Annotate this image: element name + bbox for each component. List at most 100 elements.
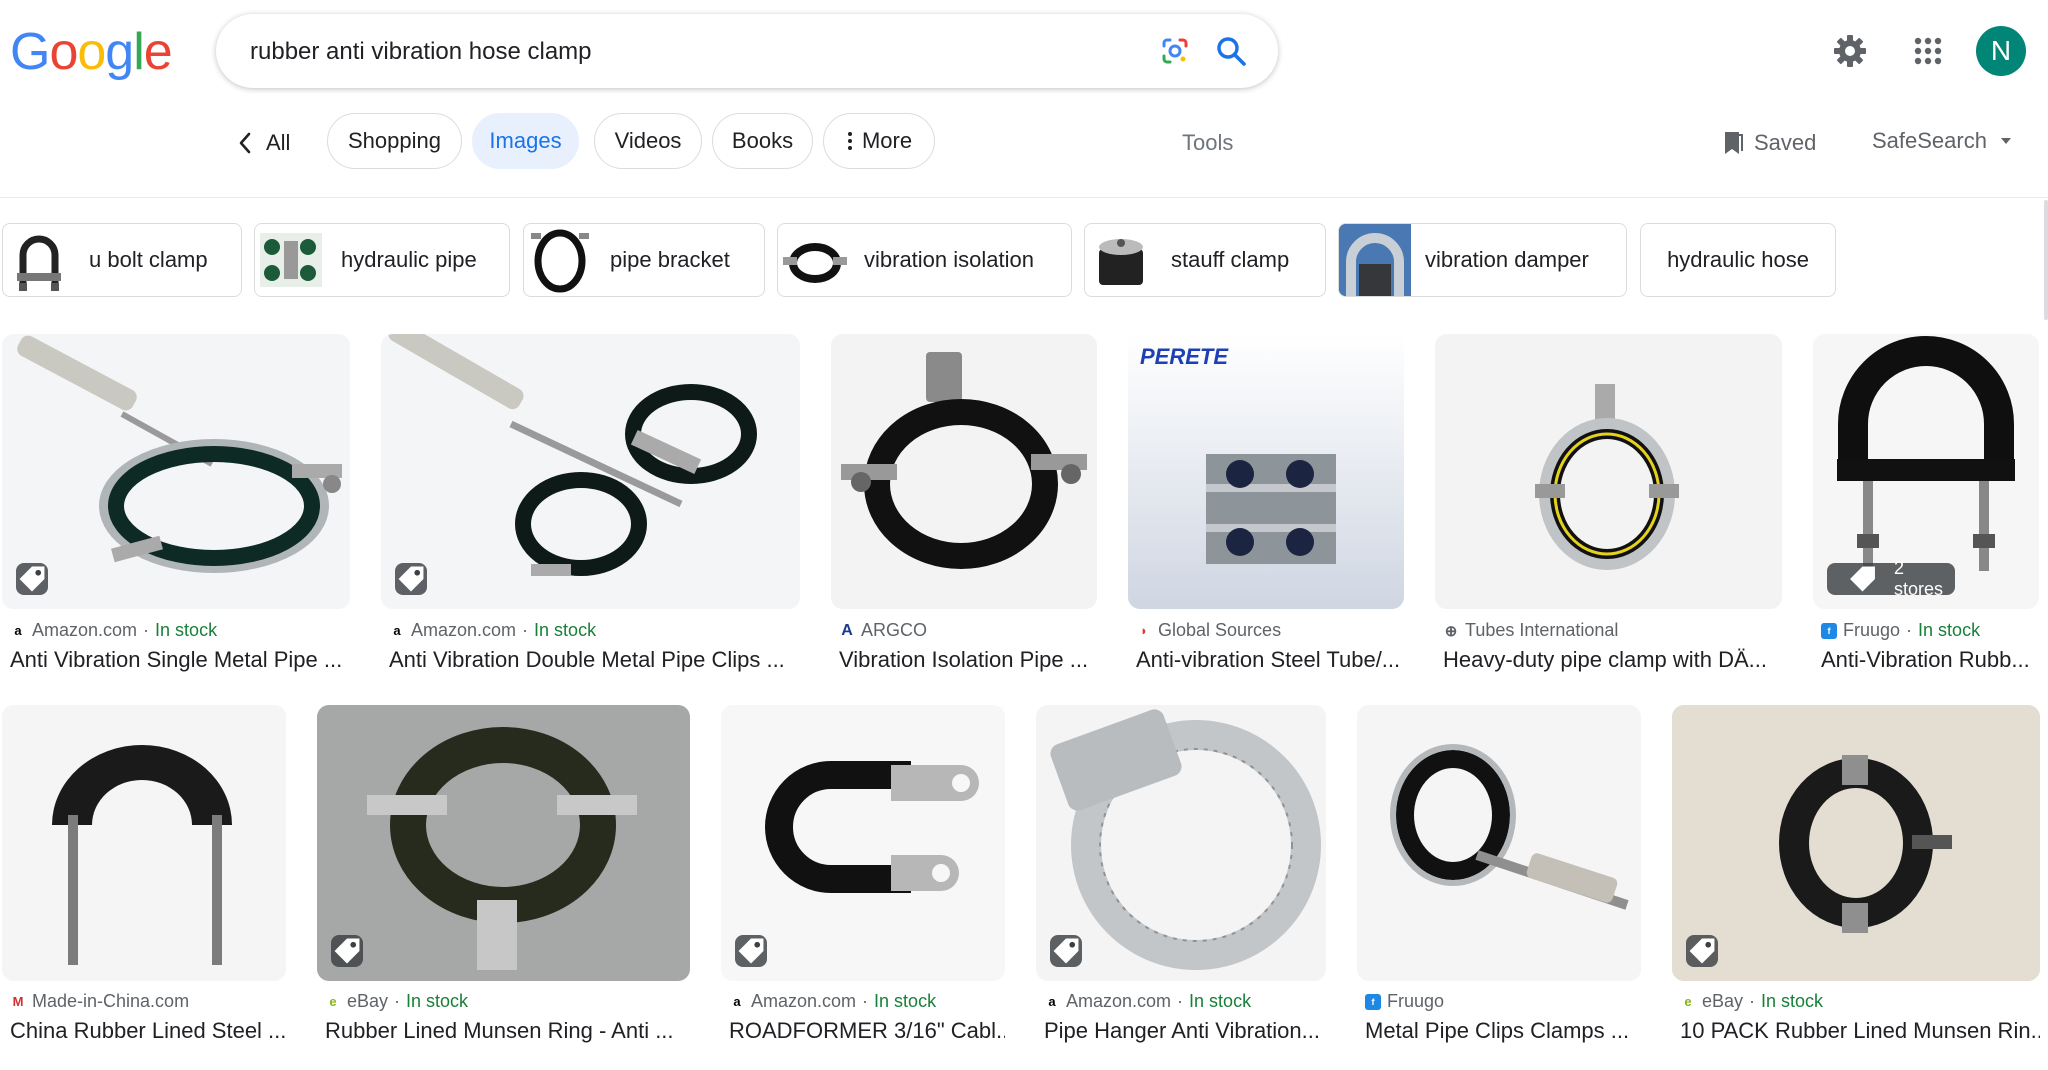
chevron-left-icon (239, 132, 251, 154)
result-image[interactable] (1357, 705, 1641, 981)
u-bolt-thumbnail (3, 224, 75, 296)
result-title[interactable]: China Rubber Lined Steel ... (10, 1018, 286, 1044)
tab-videos[interactable]: Videos (594, 113, 702, 169)
stock-status: In stock (1918, 620, 1981, 640)
tag-icon (398, 566, 424, 592)
source-name: Global Sources (1158, 620, 1282, 640)
source-name: eBay (1702, 991, 1744, 1011)
stock-status: In stock (406, 991, 469, 1011)
saved-button[interactable]: Saved (1722, 130, 1816, 156)
product-tag-badge (1050, 935, 1082, 967)
logo-letter: G (10, 23, 50, 81)
tab-images[interactable]: Images (472, 113, 579, 169)
related-chip-label: hydraulic pipe (341, 247, 477, 272)
result-image[interactable] (721, 705, 1005, 981)
caret-down-icon (2000, 138, 2011, 144)
image-result-card[interactable]: a Amazon.com · In stock Anti Vibration Do… (381, 334, 800, 674)
gear-icon[interactable] (1832, 33, 1868, 69)
source-name: Fruugo (1843, 620, 1901, 640)
result-title[interactable]: Vibration Isolation Pipe ... (839, 647, 1099, 673)
result-title[interactable]: 10 PACK Rubber Lined Munsen Rin... (1680, 1018, 2040, 1044)
search-box[interactable]: rubber anti vibration hose clamp (216, 14, 1278, 88)
image-result-card[interactable]: M Made-in-China.com China Rubber Lined S… (2, 705, 286, 1050)
tag-icon (738, 938, 764, 964)
image-result-card[interactable]: PERETE ◗ Global Sources Anti-vibration S… (1128, 334, 1404, 674)
related-chip-label: hydraulic hose (1667, 247, 1809, 272)
result-title[interactable]: Anti Vibration Single Metal Pipe ... (10, 647, 350, 673)
product-tag-badge (395, 563, 427, 595)
result-title[interactable]: Anti-vibration Steel Tube/... (1136, 647, 1406, 673)
amazon-favicon: a (733, 994, 741, 1009)
result-source: A ARGCO (839, 620, 927, 641)
result-image[interactable] (381, 334, 800, 609)
ebay-favicon: e (329, 994, 337, 1009)
tag-icon (1689, 938, 1715, 964)
related-chip-u-bolt-clamp[interactable]: u bolt clamp (2, 223, 242, 297)
result-source: a Amazon.com · In stock (389, 620, 596, 641)
result-image[interactable] (831, 334, 1097, 609)
result-title[interactable]: ROADFORMER 3/16" Cabl... (729, 1018, 1005, 1044)
related-chip-label: vibration damper (1425, 247, 1589, 272)
google-logo[interactable]: Google (10, 22, 173, 82)
result-source: ◗ Global Sources (1136, 620, 1281, 641)
result-image[interactable] (1672, 705, 2040, 981)
tab-label: More (861, 128, 913, 153)
result-image[interactable]: 2 stores (1813, 334, 2039, 609)
result-image[interactable]: PERETE (1128, 334, 1404, 609)
related-chip-vibration-damper[interactable]: vibration damper (1338, 223, 1627, 297)
result-source: f Fruugo (1365, 991, 1444, 1012)
google-lens-icon[interactable] (1160, 36, 1190, 66)
source-name: Tubes International (1465, 620, 1619, 640)
tools-button[interactable]: Tools (1182, 130, 1233, 156)
image-result-card[interactable]: a Amazon.com · In stock Anti Vibration Si… (2, 334, 350, 674)
source-name: eBay (347, 991, 389, 1011)
search-input[interactable]: rubber anti vibration hose clamp (250, 38, 592, 66)
image-result-card[interactable]: A ARGCO Vibration Isolation Pipe ... (831, 334, 1097, 674)
image-result-card[interactable]: ⊕ Tubes International Heavy-duty pipe cl… (1435, 334, 1782, 674)
header-divider (0, 197, 2048, 198)
tab-label: Videos (614, 128, 682, 153)
logo-letter: g (105, 23, 134, 81)
result-title[interactable]: Heavy-duty pipe clamp with DÄ... (1443, 647, 1783, 673)
result-title[interactable]: Anti Vibration Double Metal Pipe Clips .… (389, 647, 799, 673)
globe-icon: ⊕ (1444, 622, 1458, 640)
source-name: Amazon.com (1066, 991, 1172, 1011)
stores-badge: 2 stores (1827, 558, 1956, 599)
result-title[interactable]: Metal Pipe Clips Clamps ... (1365, 1018, 1641, 1044)
result-title[interactable]: Rubber Lined Munsen Ring - Anti ... (325, 1018, 690, 1044)
related-chip-pipe-bracket[interactable]: pipe bracket (523, 223, 765, 297)
image-result-card[interactable]: a Amazon.com · In stock ROADFORMER 3/16" … (721, 705, 1005, 1050)
result-image[interactable] (1036, 705, 1326, 981)
image-result-card[interactable]: 2 stores f Fruugo · In stock Anti-Vibrati… (1813, 334, 2039, 674)
logo-letter: o (49, 23, 78, 81)
avatar[interactable]: N (1976, 26, 2026, 76)
image-result-card[interactable]: e eBay · In stock 10 PACK Rubber Lined Mu… (1672, 705, 2040, 1050)
stock-status: In stock (1189, 991, 1252, 1011)
result-title[interactable]: Pipe Hanger Anti Vibration... (1044, 1018, 1326, 1044)
image-result-card[interactable]: e eBay · In stock Rubber Lined Munsen Rin… (317, 705, 690, 1050)
safesearch-dropdown[interactable]: SafeSearch (1872, 128, 2013, 154)
apps-grid-icon[interactable] (1910, 33, 1946, 69)
tag-icon (19, 566, 45, 592)
image-result-card[interactable]: f Fruugo Metal Pipe Clips Clamps ... (1357, 705, 1641, 1050)
result-image[interactable] (2, 705, 286, 981)
stock-status: In stock (534, 620, 597, 640)
related-chip-label: pipe bracket (610, 247, 730, 272)
result-image[interactable] (2, 334, 350, 609)
search-icon[interactable] (1214, 34, 1248, 68)
tab-shopping[interactable]: Shopping (327, 113, 462, 169)
related-chip-vibration-isolation[interactable]: vibration isolation (777, 223, 1072, 297)
related-chip-hydraulic-pipe[interactable]: hydraulic pipe (254, 223, 510, 297)
result-title[interactable]: Anti-Vibration Rubb... (1821, 647, 2039, 673)
perete-watermark: PERETE (1140, 344, 1229, 369)
tab-label: Books (731, 128, 794, 153)
tab-books[interactable]: Books (712, 113, 813, 169)
related-chip-hydraulic-hose[interactable]: hydraulic hose (1640, 223, 1836, 297)
result-image[interactable] (317, 705, 690, 981)
result-image[interactable] (1435, 334, 1782, 609)
tab-all[interactable]: All (238, 130, 290, 156)
tab-more[interactable]: More (823, 113, 935, 169)
page-scrollbar[interactable] (2044, 200, 2048, 320)
related-chip-stauff-clamp[interactable]: stauff clamp (1084, 223, 1326, 297)
image-result-card[interactable]: a Amazon.com · In stock Pipe Hanger Anti … (1036, 705, 1326, 1050)
